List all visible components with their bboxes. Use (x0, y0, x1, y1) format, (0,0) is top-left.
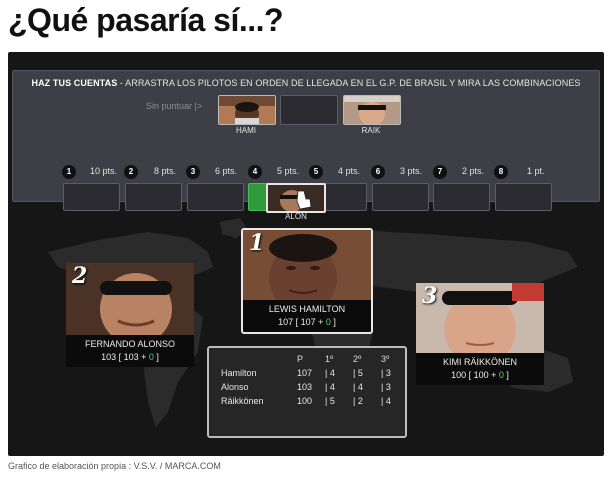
second-driver-score: 103 [ 103 + 0 ] (101, 352, 159, 362)
row-driver: Alonso (221, 382, 249, 392)
third-base: 100 (473, 370, 489, 380)
position-points-3: 6 pts. (215, 166, 238, 176)
pool-label-hamilton: HAMI (236, 126, 256, 135)
first-total: 107 (278, 317, 294, 327)
row-driver: Hamilton (221, 368, 257, 378)
row-points: 103 (297, 382, 313, 392)
table-row: Hamilton 107 | 4 | 5 | 3 (221, 367, 391, 381)
position-number-4: 4 (248, 165, 262, 179)
position-number-8: 8 (494, 165, 508, 179)
standings-header-first: 1º (325, 354, 334, 364)
row-first: | 5 (325, 396, 335, 406)
dragging-driver-alonso[interactable] (266, 183, 326, 213)
position-number-7: 7 (433, 165, 447, 179)
instructions-rest: - ARRASTRA LOS PILOTOS EN ORDEN DE LLEGA… (117, 78, 581, 88)
position-points-6: 3 pts. (400, 166, 423, 176)
credit-text: Grafico de elaboración propia : V.S.V. /… (8, 461, 221, 471)
position-points-4: 5 pts. (277, 166, 300, 176)
position-slot-7[interactable] (433, 183, 490, 211)
row-third: | 4 (381, 396, 391, 406)
row-third: | 3 (381, 368, 391, 378)
position-points-8: 1 pt. (527, 166, 545, 176)
row-points: 100 (297, 396, 313, 406)
position-slot-1[interactable] (63, 183, 120, 211)
position-number-2: 2 (124, 165, 138, 179)
standings-header-row: P 1º 2º 3º (221, 353, 391, 367)
third-total: 100 (451, 370, 467, 380)
first-driver-score: 107 [ 107 + 0 ] (278, 317, 336, 327)
rank-2: 2 (72, 263, 88, 289)
position-slot-6[interactable] (372, 183, 429, 211)
third-driver-name: KIMI RÄIKKÖNEN (442, 357, 517, 367)
row-second: | 5 (353, 368, 363, 378)
position-points-1: 10 pts. (90, 166, 118, 176)
alonso-thumb-photo (268, 185, 324, 211)
first-driver-name: LEWIS HAMILTON (268, 304, 346, 314)
row-points: 107 (297, 368, 313, 378)
second-base: 103 (123, 352, 139, 362)
position-number-3: 3 (186, 165, 200, 179)
row-driver: Räikkönen (221, 396, 264, 406)
instructions-bold: HAZ TUS CUENTAS (31, 78, 118, 88)
dragging-label: ALON (285, 212, 307, 221)
position-number-5: 5 (309, 165, 323, 179)
row-second: | 4 (353, 382, 363, 392)
first-place-card: 1 LEWIS HAMILTON 107 [ 107 + 0 ] (241, 228, 373, 334)
second-driver-name: FERNANDO ALONSO (84, 339, 176, 349)
first-plus: 0 (325, 317, 331, 327)
instructions-text: HAZ TUS CUENTAS - ARRASTRA LOS PILOTOS E… (13, 78, 599, 88)
raikkonen-thumb-photo (344, 96, 400, 124)
second-plus: 0 (148, 352, 154, 362)
row-second: | 2 (353, 396, 363, 406)
pool-driver-raikkonen[interactable] (343, 95, 401, 125)
position-points-5: 4 pts. (338, 166, 361, 176)
table-row: Räikkönen 100 | 5 | 2 | 4 (221, 395, 391, 409)
position-points-7: 2 pts. (462, 166, 485, 176)
position-slot-3[interactable] (187, 183, 244, 211)
standings-header-third: 3º (381, 354, 390, 364)
standings-table-panel: P 1º 2º 3º Hamilton 107 | 4 | 5 | 3 Alon… (207, 346, 407, 438)
position-number-1: 1 (62, 165, 76, 179)
standings-header-second: 2º (353, 354, 362, 364)
standings-header-points: P (297, 354, 304, 364)
standings-header-name (221, 353, 297, 367)
first-base: 107 (300, 317, 316, 327)
pool-driver-hamilton[interactable] (218, 95, 276, 125)
row-first: | 4 (325, 382, 335, 392)
table-row: Alonso 103 | 4 | 4 | 3 (221, 381, 391, 395)
pool-slot-empty[interactable] (280, 95, 338, 125)
third-plus: 0 (498, 370, 504, 380)
rank-1: 1 (249, 230, 265, 256)
position-points-2: 8 pts. (154, 166, 177, 176)
unscored-label: Sin puntuar |> (146, 101, 203, 111)
rank-3: 3 (422, 283, 438, 309)
row-first: | 4 (325, 368, 335, 378)
position-slot-8[interactable] (495, 183, 552, 211)
pool-label-raikkonen: RAIK (361, 126, 381, 135)
second-place-card: 2 FERNANDO ALONSO 103 [ 103 + 0 ] (66, 263, 194, 367)
standings-table: P 1º 2º 3º Hamilton 107 | 4 | 5 | 3 Alon… (221, 353, 391, 409)
position-number-6: 6 (371, 165, 385, 179)
second-total: 103 (101, 352, 117, 362)
row-third: | 3 (381, 382, 391, 392)
third-driver-score: 100 [ 100 + 0 ] (451, 370, 509, 380)
page-title: ¿Qué pasaría sí...? (8, 2, 284, 38)
hamilton-thumb-photo (219, 96, 275, 124)
position-slot-2[interactable] (125, 183, 182, 211)
race-simulator-widget: HAZ TUS CUENTAS - ARRASTRA LOS PILOTOS E… (8, 52, 604, 456)
third-place-card: 3 KIMI RÄIKKÖNEN 100 [ 100 + 0 ] (416, 283, 544, 385)
